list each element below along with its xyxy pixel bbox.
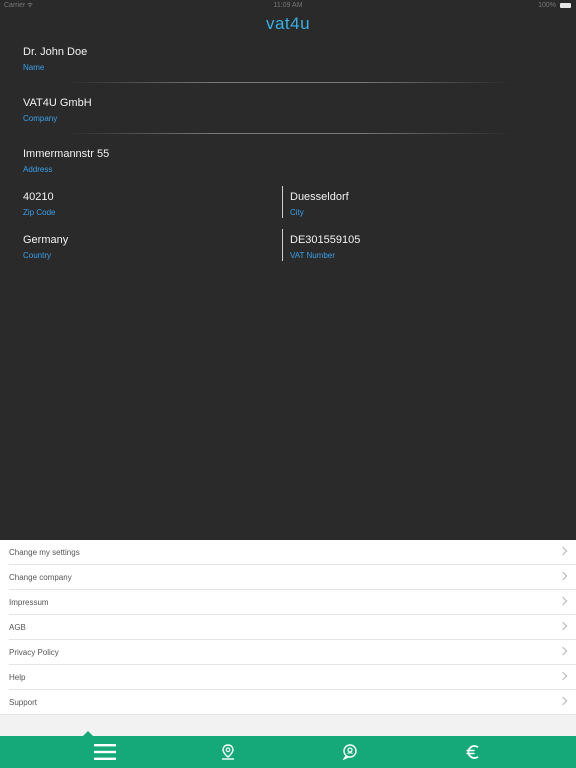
column-divider [282,229,283,261]
name-label: Name [23,63,45,72]
tab-menu[interactable] [75,736,135,768]
menu-item-label: Change my settings [9,548,80,557]
zip-field: 40210 Zip Code [23,190,55,218]
company-field: VAT4U GmbH Company [23,96,92,124]
menu-item-impressum[interactable]: Impressum [0,590,576,615]
menu-item-label: Support [9,698,38,707]
country-label: Country [23,251,52,260]
menu-item-help[interactable]: Help [0,665,576,690]
menu-item-label: Privacy Policy [9,648,59,657]
chevron-right-icon [558,646,568,656]
vat-field: DE301559105 VAT Number [290,233,360,261]
battery-percent: 100% [538,2,556,9]
divider [64,82,512,83]
menu-item-label: Impressum [9,598,49,607]
status-bar: Carrier 11:09 AM 100% [0,0,576,12]
menu-item-label: AGB [9,623,26,632]
chevron-right-icon [558,596,568,606]
tab-receipts[interactable] [320,736,380,768]
address-value: Immermannstr 55 [23,148,110,160]
city-label: City [290,208,304,217]
tab-bar [0,736,576,768]
chevron-right-icon [558,621,568,631]
zip-label: Zip Code [23,208,56,217]
city-field: Duesseldorf City [290,190,349,218]
receipt-bubble-icon [342,744,357,760]
euro-icon [466,745,479,759]
menu-item-change-settings[interactable]: Change my settings [0,540,576,565]
company-label: Company [23,114,58,123]
company-value: VAT4U GmbH [23,97,92,109]
chevron-right-icon [558,571,568,581]
vat-label: VAT Number [290,251,335,260]
app-logo: vat4u [265,14,311,33]
menu-item-agb[interactable]: AGB [0,615,576,640]
settings-menu: Change my settings Change company Impres… [0,540,576,737]
vat-value: DE301559105 [290,234,361,246]
tab-map[interactable] [198,736,258,768]
address-field: Immermannstr 55 Address [23,147,109,175]
map-pin-icon [222,744,234,760]
tab-euro[interactable] [443,736,503,768]
chevron-right-icon [558,696,568,706]
status-time: 11:09 AM [273,2,303,9]
country-field: Germany Country [23,233,68,261]
city-value: Duesseldorf [290,191,349,203]
menu-icon [94,744,116,760]
chevron-right-icon [558,546,568,556]
zip-value: 40210 [23,191,54,203]
address-label: Address [23,165,53,174]
name-field: Dr. John Doe Name [23,45,87,73]
battery-icon [560,3,571,8]
divider [64,133,512,134]
menu-item-label: Help [9,673,26,682]
chevron-right-icon [558,671,568,681]
menu-item-support[interactable]: Support [0,690,576,715]
menu-item-label: Change company [9,573,72,582]
column-divider [282,186,283,218]
menu-item-change-company[interactable]: Change company [0,565,576,590]
country-value: Germany [23,234,69,246]
name-value: Dr. John Doe [23,46,88,58]
menu-item-privacy-policy[interactable]: Privacy Policy [0,640,576,665]
